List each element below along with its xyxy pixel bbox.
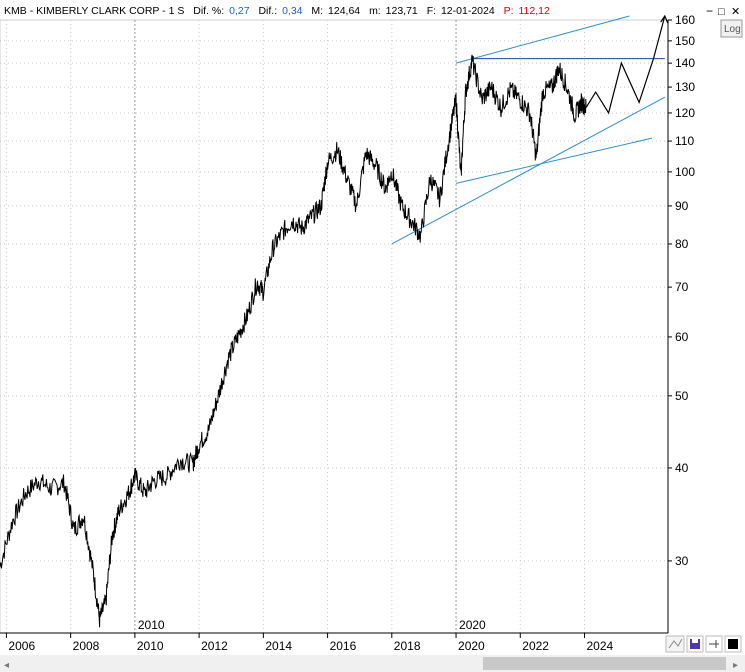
chart-window: KMB - KIMBERLY CLARK CORP - 1 S Dif. %: … xyxy=(0,0,745,672)
y-tick-label: 80 xyxy=(675,237,689,251)
y-tick-label: 70 xyxy=(675,280,689,294)
max-label: M: xyxy=(311,5,323,17)
x-tick-label: 2006 xyxy=(8,639,35,653)
y-tick-label: 160 xyxy=(675,13,695,27)
x-tick-label: 2016 xyxy=(330,639,357,653)
grid xyxy=(0,19,668,633)
dif-pct-value: 0,27 xyxy=(229,5,250,17)
y-tick-label: 120 xyxy=(675,106,695,120)
window-controls: − □ ✕ xyxy=(706,4,740,18)
y-tick-label: 150 xyxy=(675,34,695,48)
price-line xyxy=(0,54,587,628)
max-value: 124,64 xyxy=(328,5,360,17)
trendlines xyxy=(391,15,666,245)
horizontal-scrollbar[interactable]: ◂ ▸ xyxy=(0,655,745,672)
scrollbar-thumb[interactable] xyxy=(483,657,726,670)
y-tick-label: 30 xyxy=(675,554,689,568)
trendline-1 xyxy=(391,96,666,245)
y-tick-label: 100 xyxy=(675,165,695,179)
x-tick-label: 2020 xyxy=(458,639,485,653)
x-tick-label: 2010 xyxy=(137,639,164,653)
price-value: 112,12 xyxy=(518,5,549,17)
restore-button[interactable]: □ xyxy=(718,6,725,18)
scroll-left-icon[interactable]: ◂ xyxy=(4,660,9,671)
y-tick-label: 110 xyxy=(675,134,694,148)
log-scale-label: Log xyxy=(724,24,741,35)
era-marker-label: 2010 xyxy=(138,618,165,632)
period: 1 S xyxy=(169,5,185,17)
zoom-icon[interactable] xyxy=(665,635,685,653)
chart-header: KMB - KIMBERLY CLARK CORP - 1 S Dif. %: … xyxy=(4,5,550,17)
minimize-button[interactable]: − xyxy=(706,4,713,18)
date-value: 12-01-2024 xyxy=(441,5,495,17)
x-tick-label: 2012 xyxy=(201,639,228,653)
min-value: 123,71 xyxy=(386,5,418,17)
x-axis-ticks: 2006 2008 2010 2012 2014 2016 2018 2020 2022 2024 xyxy=(5,633,614,653)
trendline-2 xyxy=(455,137,653,184)
min-label: m: xyxy=(369,5,381,17)
scroll-right-icon[interactable]: ▸ xyxy=(733,660,738,671)
y-axis-ticks: 30 40 50 60 70 80 90 100 110 120 130 140 150 160 xyxy=(668,13,695,568)
bottom-toolbar xyxy=(665,635,742,653)
projection-line xyxy=(585,15,666,115)
era-marker-label: 2020 xyxy=(459,618,486,632)
x-tick-label: 2018 xyxy=(394,639,421,653)
symbol: KMB xyxy=(4,5,27,17)
close-button[interactable]: ✕ xyxy=(731,6,740,18)
y-tick-label: 40 xyxy=(675,461,689,475)
y-tick-label: 130 xyxy=(675,80,695,94)
price-chart: KMB - KIMBERLY CLARK CORP - 1 S Dif. %: … xyxy=(0,0,745,672)
x-tick-label: 2022 xyxy=(522,639,549,653)
y-tick-label: 60 xyxy=(675,330,689,344)
x-tick-label: 2008 xyxy=(73,639,100,653)
dif-pct-label: Dif. %: xyxy=(193,5,224,17)
series xyxy=(0,14,669,628)
price-label: P: xyxy=(504,5,514,17)
company-name: KIMBERLY CLARK CORP xyxy=(36,5,159,17)
y-tick-label: 140 xyxy=(675,56,695,70)
x-tick-label: 2024 xyxy=(587,639,614,653)
date-label: F: xyxy=(427,5,436,17)
y-tick-label: 90 xyxy=(675,199,689,213)
plot-frame xyxy=(0,19,669,634)
dif-value: 0,34 xyxy=(282,5,303,17)
era-markers: 2010 2020 xyxy=(134,20,486,633)
y-tick-label: 50 xyxy=(675,389,689,403)
trendline-3 xyxy=(455,15,630,64)
log-scale-button[interactable]: Log xyxy=(720,19,743,38)
dif-label: Dif.: xyxy=(258,5,277,17)
x-tick-label: 2014 xyxy=(265,639,292,653)
